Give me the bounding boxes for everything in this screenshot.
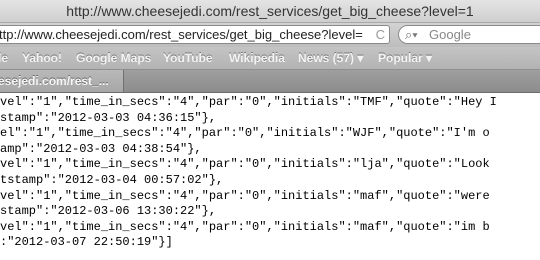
window-title: http://www.cheesejedi.com/rest_services/… xyxy=(0,0,540,23)
address-url: ttp://www.cheesejedi.com/rest_services/g… xyxy=(0,27,363,42)
bookmark-news[interactable]: News (57) ▾ xyxy=(298,51,363,65)
reload-icon[interactable]: C xyxy=(376,26,385,43)
bookmark-popular[interactable]: Popular ▾ xyxy=(378,51,432,65)
bookmark-wikipedia[interactable]: Wikipedia xyxy=(229,51,285,65)
tab-active[interactable]: esejedi.com/rest_... xyxy=(0,70,124,92)
json-line: vel":"1","time_in_secs":"4","par":"0","i… xyxy=(0,188,490,203)
toolbar: ttp://www.cheesejedi.com/rest_services/g… xyxy=(0,23,540,47)
json-line: amp":"2012-03-03 04:38:54"}, xyxy=(0,141,202,156)
json-line: vel":"1","time_in_secs":"4","par":"0","i… xyxy=(0,219,490,234)
search-placeholder: Google xyxy=(429,27,471,42)
address-bar[interactable]: ttp://www.cheesejedi.com/rest_services/g… xyxy=(0,25,390,44)
json-line: stamp":"2012-03-06 13:30:22"}, xyxy=(0,204,217,219)
tab-bar: esejedi.com/rest_... xyxy=(0,70,540,93)
json-response: vel":"1","time_in_secs":"4","par":"0","i… xyxy=(0,95,540,260)
bookmark-youtube[interactable]: YouTube xyxy=(163,51,213,65)
json-line: stamp":"2012-03-03 04:36:15"}, xyxy=(0,110,217,125)
json-line: tstamp":"2012-03-04 00:57:02"}, xyxy=(0,172,224,187)
json-line: vel":"1","time_in_secs":"4","par":"0","i… xyxy=(0,95,497,109)
bookmark-yahoo[interactable]: Yahoo! xyxy=(22,51,62,65)
json-line: vel":"1","time_in_secs":"4","par":"0","i… xyxy=(0,157,490,172)
search-field[interactable]: ⌕▾ Google xyxy=(398,25,540,44)
search-icon: ⌕▾ xyxy=(405,27,418,42)
bookmarks-bar: le Yahoo! Google Maps YouTube Wikipedia … xyxy=(0,47,540,70)
bookmark-item[interactable]: le xyxy=(0,51,8,65)
json-line: el":"1","time_in_secs":"4","par":"0","in… xyxy=(0,126,490,141)
json-line: :"2012-03-07 22:50:19"}] xyxy=(0,235,173,250)
bookmark-google-maps[interactable]: Google Maps xyxy=(76,51,151,65)
